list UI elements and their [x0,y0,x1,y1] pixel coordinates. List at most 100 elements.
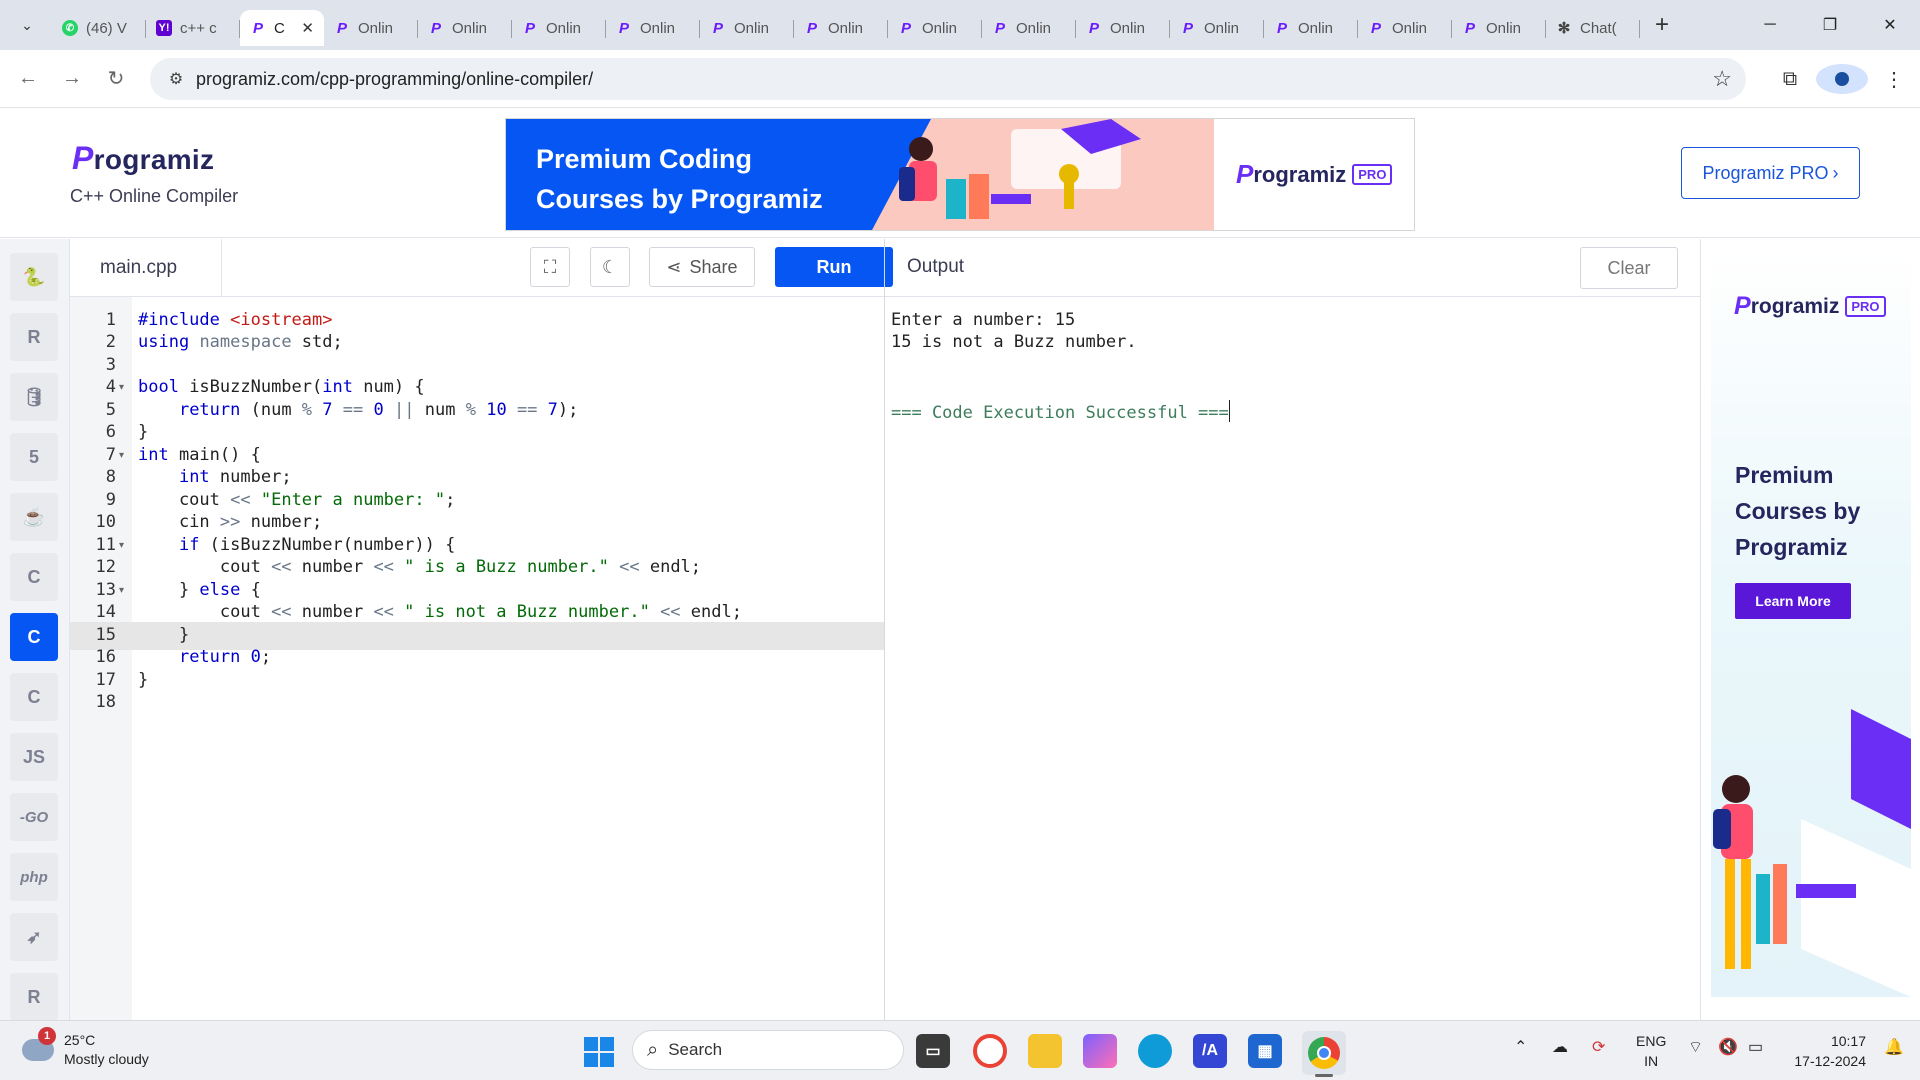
js-icon[interactable]: JS [10,733,58,781]
browser-tab[interactable]: ✻ Chat( [1546,10,1640,46]
close-tab-icon[interactable]: ✕ [301,19,314,37]
editor-output-divider[interactable] [884,239,885,1020]
swift-icon[interactable]: ➶ [10,913,58,961]
browser-tab[interactable]: P Onlin [794,10,888,46]
sync-icon[interactable]: ⟳ [1592,1037,1605,1057]
code-line[interactable]: } [138,667,148,695]
taskbar-search[interactable]: ⌕ Search [632,1030,904,1070]
volume-muted-icon[interactable]: 🔇 [1718,1037,1738,1057]
learn-more-button[interactable]: Learn More [1735,583,1851,619]
programiz-logo[interactable]: Programiz [72,140,214,177]
browser-tab[interactable]: P Onlin [888,10,982,46]
store-icon[interactable]: ▦ [1248,1034,1282,1068]
browser-tab[interactable]: ✆ (46) V [52,10,146,46]
csharp-icon[interactable]: C [10,673,58,721]
omnibox[interactable]: ⚙ programiz.com/cpp-programming/online-c… [150,58,1746,100]
browser-tab[interactable]: P Onlin [1076,10,1170,46]
browser-tab[interactable]: P Onlin [1170,10,1264,46]
java-icon[interactable]: ☕ [10,493,58,541]
code-line[interactable]: return 0; [138,644,271,672]
back-button[interactable]: ← [6,59,50,99]
browser-tab[interactable]: P Onlin [512,10,606,46]
php-icon[interactable]: php [10,853,58,901]
minimize-button[interactable]: ─ [1740,0,1800,50]
clock[interactable]: 10:17 17-12-2024 [1788,1031,1866,1071]
tab-title: Chat( [1580,19,1617,37]
forward-button[interactable]: → [50,59,94,99]
weather-widget[interactable]: 1 25°C Mostly cloudy [22,1027,149,1069]
html-icon[interactable]: 5 [10,433,58,481]
browser-tab[interactable]: P Onlin [606,10,700,46]
browser-tab[interactable]: P Onlin [418,10,512,46]
go-icon[interactable]: -GO [10,793,58,841]
code-line[interactable]: cout << number << " is not a Buzz number… [138,599,742,627]
fold-toggle-icon[interactable]: ▾ [119,374,131,402]
bookmark-star-icon[interactable]: ☆ [1712,66,1732,92]
fullscreen-button[interactable]: ⛶ [530,247,570,287]
clear-button[interactable]: Clear [1580,247,1678,289]
banner-line-1: Premium Coding [536,144,753,174]
file-explorer-icon[interactable] [1028,1034,1062,1068]
dark-mode-button[interactable]: ☾ [590,247,630,287]
site-info-icon[interactable]: ⚙ [156,69,196,89]
edge-icon[interactable] [1138,1034,1172,1068]
fold-toggle-icon[interactable]: ▾ [119,532,131,560]
browser-tab[interactable]: P C ✕ [240,10,324,46]
sql-icon[interactable]: 🛢 [10,373,58,421]
banner-logo-text: rogramiz [1253,161,1347,187]
fold-toggle-icon[interactable]: ▾ [119,577,131,605]
programiz-icon: P [1464,19,1475,37]
r-icon[interactable]: R [10,313,58,361]
tab-title: Onlin [1298,19,1334,37]
close-window-button[interactable]: ✕ [1860,0,1920,50]
chrome-icon[interactable] [973,1034,1007,1068]
restore-button[interactable]: ❐ [1800,0,1860,50]
share-icon: ⋖ [666,256,682,277]
task-view-icon[interactable]: ▭ [916,1034,950,1068]
programiz-pro-button[interactable]: Programiz PRO › [1681,147,1860,199]
side-ad-headline: Premium Courses by Programiz [1735,457,1860,565]
browser-tab[interactable]: P Onlin [700,10,794,46]
python-icon[interactable]: 🐍 [10,253,58,301]
chrome-active-icon[interactable] [1302,1031,1346,1077]
vpn-app-icon[interactable]: /A [1193,1034,1227,1068]
browser-tab[interactable]: P Onlin [1452,10,1546,46]
clock-time: 10:17 [1830,1033,1866,1049]
whatsapp-icon: ✆ [62,20,78,36]
menu-icon[interactable]: ⋮ [1868,67,1920,92]
tab-search-button[interactable]: ⌄ [8,10,46,40]
profile-button[interactable] [1816,64,1868,94]
rust-icon[interactable]: R [10,973,58,1020]
copilot-icon[interactable] [1083,1034,1117,1068]
reload-button[interactable]: ↻ [94,59,138,99]
fold-toggle-icon[interactable]: ▾ [119,442,131,470]
code-line[interactable]: return (num % 7 == 0 || num % 10 == 7); [138,397,578,425]
browser-tab[interactable]: P Onlin [982,10,1076,46]
share-button[interactable]: ⋖ Share [649,247,755,287]
banner-ad[interactable]: Premium Coding Courses by Programiz Prog… [505,118,1415,231]
file-tab[interactable]: main.cpp [70,239,222,297]
notification-bell-icon[interactable]: 🔔 [1884,1037,1904,1057]
chevron-up-icon[interactable]: ⌃ [1514,1037,1527,1057]
battery-icon[interactable]: ▭ [1748,1037,1763,1057]
browser-tab[interactable]: P Onlin [324,10,418,46]
browser-tab[interactable]: P Onlin [1358,10,1452,46]
browser-tab[interactable]: P Onlin [1264,10,1358,46]
programiz-icon: P [430,19,441,37]
start-button[interactable] [584,1037,614,1067]
extensions-icon[interactable]: ⧉ [1764,68,1816,91]
side-ad[interactable]: Programiz PRO Premium Courses by Programi… [1711,249,1911,997]
banner-logo: Programiz PRO [1214,119,1414,230]
language-indicator[interactable]: ENG IN [1636,1031,1666,1071]
url-text[interactable]: programiz.com/cpp-programming/online-com… [196,69,593,90]
browser-tab[interactable]: Y! c++ c [146,10,240,46]
c-icon[interactable]: C [10,553,58,601]
cloud-icon: 1 [22,1027,56,1061]
wifi-icon[interactable]: ⌔ [1688,1037,1703,1057]
weather-text: 25°C Mostly cloudy [64,1031,149,1069]
new-tab-button[interactable]: + [1644,10,1680,40]
cpp-icon[interactable]: C [10,613,58,661]
code-line[interactable]: using namespace std; [138,329,343,357]
run-button[interactable]: Run [775,247,893,287]
onedrive-icon[interactable]: ☁ [1552,1037,1568,1057]
